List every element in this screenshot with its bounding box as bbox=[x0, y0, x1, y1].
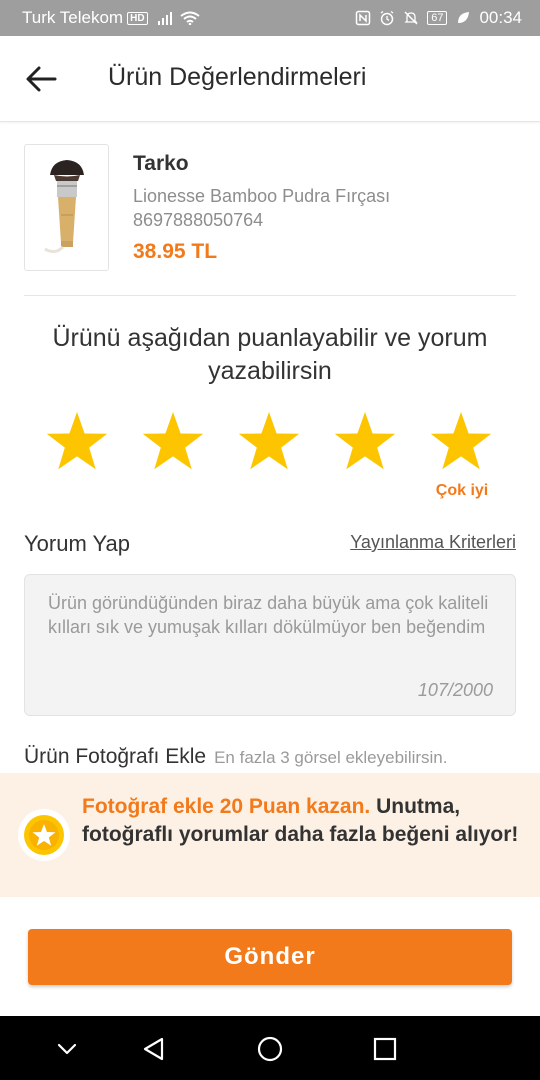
add-photo-row: Ürün Fotoğrafı Ekle En fazla 3 görsel ek… bbox=[24, 745, 524, 773]
character-count: 107/2000 bbox=[417, 680, 493, 700]
promo-banner: Fotoğraf ekle 20 Puan kazan. Unutma, fot… bbox=[0, 773, 540, 897]
submit-button[interactable]: Gönder bbox=[28, 929, 512, 985]
product-barcode: 8697888050764 bbox=[133, 210, 264, 230]
makeup-brush-image bbox=[44, 160, 84, 254]
star-4-icon[interactable] bbox=[332, 410, 398, 472]
android-nav-bar bbox=[0, 1016, 540, 1080]
product-image bbox=[24, 144, 109, 271]
page-title: Ürün Değerlendirmeleri bbox=[108, 63, 367, 91]
nfc-icon bbox=[355, 10, 371, 26]
app-bar: Ürün Değerlendirmeleri bbox=[0, 36, 540, 122]
star-1-icon[interactable] bbox=[44, 410, 110, 472]
product-summary: Tarko Lionesse Bamboo Pudra Fırçası 8697… bbox=[24, 144, 516, 296]
star-2-icon[interactable] bbox=[140, 410, 206, 472]
product-name: Lionesse Bamboo Pudra Fırçası bbox=[133, 186, 391, 206]
mute-icon bbox=[404, 11, 418, 25]
review-text: Ürün göründüğünden biraz daha büyük ama … bbox=[48, 593, 489, 637]
star-5-icon[interactable] bbox=[428, 410, 494, 472]
add-photo-title: Ürün Fotoğrafı Ekle bbox=[24, 745, 207, 768]
promo-highlight: Fotoğraf ekle 20 Puan kazan. bbox=[82, 795, 371, 818]
carrier-name: Turk Telekom bbox=[22, 8, 124, 27]
alarm-icon bbox=[380, 10, 394, 26]
leaf-icon bbox=[458, 12, 470, 23]
publishing-criteria-link[interactable]: Yayınlanma Kriterleri bbox=[350, 532, 516, 553]
review-textarea[interactable]: Ürün göründüğünden biraz daha büyük ama … bbox=[24, 574, 516, 716]
rating-label: Çok iyi bbox=[435, 482, 489, 499]
rating-prompt: Ürünü aşağıdan puanlayabilir ve yorum ya… bbox=[52, 324, 488, 385]
product-price: 38.95 TL bbox=[133, 240, 218, 263]
review-heading: Yorum Yap bbox=[24, 531, 131, 556]
product-brand: Tarko bbox=[133, 152, 189, 175]
back-arrow-icon[interactable] bbox=[24, 64, 58, 94]
nav-recents-icon[interactable] bbox=[370, 1034, 400, 1064]
clock: 00:34 bbox=[479, 8, 522, 27]
signal-icon bbox=[157, 11, 174, 25]
add-photo-hint: En fazla 3 görsel ekleyebilirsin. bbox=[214, 748, 448, 767]
star-rating bbox=[44, 410, 504, 474]
status-bar: Turk Telekom HD 67 00:34 bbox=[0, 0, 540, 36]
hd-badge: HD bbox=[127, 11, 148, 25]
star-badge-icon bbox=[18, 809, 70, 861]
nav-back-icon[interactable] bbox=[139, 1034, 169, 1064]
promo-text: Fotoğraf ekle 20 Puan kazan. Unutma, fot… bbox=[82, 793, 522, 849]
wifi-icon bbox=[179, 11, 200, 25]
battery-icon: 67 bbox=[427, 11, 448, 25]
nav-home-icon[interactable] bbox=[255, 1034, 285, 1064]
star-3-icon[interactable] bbox=[236, 410, 302, 472]
nav-hide-icon[interactable] bbox=[52, 1034, 82, 1064]
